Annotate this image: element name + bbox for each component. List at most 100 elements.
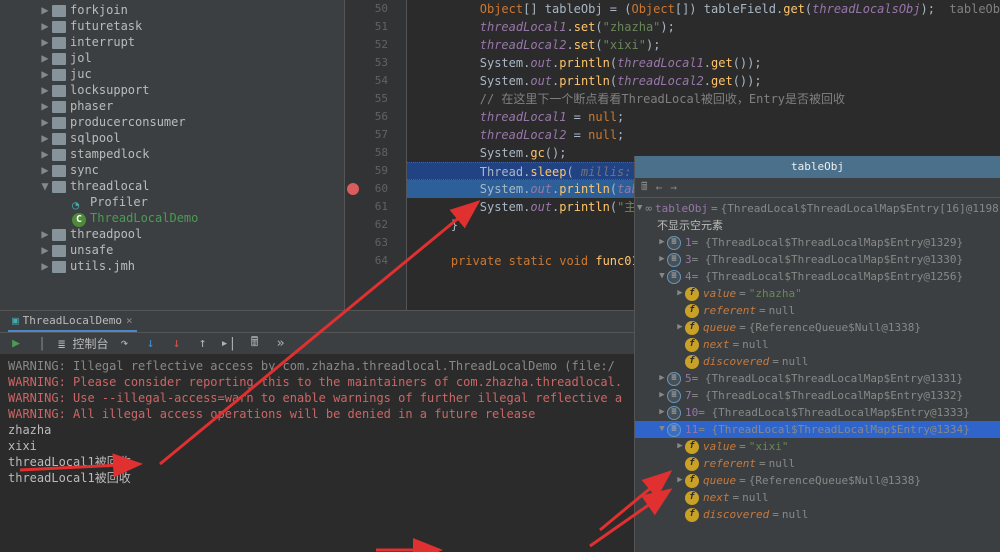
chevron-right-icon[interactable]: ▶ bbox=[657, 251, 667, 268]
chevron-right-icon[interactable]: ▶ bbox=[657, 370, 667, 387]
chevron-right-icon[interactable]: ▶ bbox=[40, 114, 50, 130]
line-number[interactable]: 56 bbox=[345, 108, 388, 126]
tree-stampedlock[interactable]: ▶stampedlock bbox=[0, 146, 344, 162]
chevron-down-icon[interactable]: ▼ bbox=[637, 200, 642, 217]
hide-empty-label[interactable]: 不显示空元素 bbox=[635, 217, 1000, 234]
chevron-right-icon[interactable]: ▶ bbox=[40, 82, 50, 98]
line-number[interactable]: 51 bbox=[345, 18, 388, 36]
debug-var-queue[interactable]: ▶fqueue = {ReferenceQueue$Null@1338} bbox=[635, 319, 1000, 336]
chevron-down-icon[interactable]: ▼ bbox=[40, 178, 50, 194]
chevron-right-icon[interactable]: ▶ bbox=[40, 98, 50, 114]
tree-unsafe[interactable]: ▶unsafe bbox=[0, 242, 344, 258]
chevron-right-icon[interactable]: ▶ bbox=[40, 130, 50, 146]
step-into-icon[interactable]: ↓ bbox=[140, 335, 160, 353]
chevron-right-icon[interactable]: ▶ bbox=[675, 285, 685, 302]
debug-variables-panel[interactable]: tableObj 🖩 ← → ▼∞tableObj = {ThreadLocal… bbox=[634, 156, 1000, 552]
tree-utils.jmh[interactable]: ▶utils.jmh bbox=[0, 258, 344, 274]
tree-threadlocal[interactable]: ▼threadlocal bbox=[0, 178, 344, 194]
more-icon[interactable]: » bbox=[270, 335, 290, 353]
back-icon[interactable]: ← bbox=[656, 181, 663, 194]
close-icon[interactable]: × bbox=[126, 314, 133, 327]
debug-var-next[interactable]: ▶fnext = null bbox=[635, 489, 1000, 506]
line-number[interactable]: 57 bbox=[345, 126, 388, 144]
line-number[interactable]: 59 bbox=[345, 162, 388, 180]
line-number[interactable]: 55 bbox=[345, 90, 388, 108]
line-number[interactable]: 54 bbox=[345, 72, 388, 90]
debug-var-value[interactable]: ▶fvalue = "xixi" bbox=[635, 438, 1000, 455]
tree-futuretask[interactable]: ▶futuretask bbox=[0, 18, 344, 34]
debug-var-next[interactable]: ▶fnext = null bbox=[635, 336, 1000, 353]
chevron-right-icon[interactable]: ▶ bbox=[657, 387, 667, 404]
tree-profiler[interactable]: ▶ Profiler bbox=[0, 194, 344, 210]
chevron-right-icon[interactable]: ▶ bbox=[40, 146, 50, 162]
tree-interrupt[interactable]: ▶interrupt bbox=[0, 34, 344, 50]
chevron-right-icon[interactable]: ▶ bbox=[675, 472, 685, 489]
tree-locksupport[interactable]: ▶locksupport bbox=[0, 82, 344, 98]
chevron-right-icon[interactable]: ▶ bbox=[657, 234, 667, 251]
line-number[interactable]: 52 bbox=[345, 36, 388, 54]
project-tree[interactable]: ▶forkjoin▶futuretask▶interrupt▶jol▶juc▶l… bbox=[0, 0, 345, 310]
breakpoint-icon[interactable] bbox=[347, 183, 359, 195]
code-line[interactable]: System.out.println(threadLocal2.get()); bbox=[422, 72, 1000, 90]
chevron-right-icon[interactable]: ▶ bbox=[40, 226, 50, 242]
line-number[interactable]: 53 bbox=[345, 54, 388, 72]
code-line[interactable]: // 在这里下一个断点看看ThreadLocal被回收，Entry是否被回收 bbox=[422, 90, 1000, 108]
chevron-right-icon[interactable]: ▶ bbox=[675, 438, 685, 455]
chevron-right-icon[interactable]: ▶ bbox=[40, 258, 50, 274]
debug-var-value[interactable]: ▶fvalue = "zhazha" bbox=[635, 285, 1000, 302]
chevron-right-icon[interactable]: ▶ bbox=[40, 18, 50, 34]
chevron-right-icon[interactable]: ▶ bbox=[40, 242, 50, 258]
line-number[interactable]: 62 bbox=[345, 216, 388, 234]
code-line[interactable]: threadLocal1 = null; bbox=[422, 108, 1000, 126]
tree-juc[interactable]: ▶juc bbox=[0, 66, 344, 82]
debug-var-3[interactable]: ▶≡3 = {ThreadLocal$ThreadLocalMap$Entry@… bbox=[635, 251, 1000, 268]
debug-var-referent[interactable]: ▶freferent = null bbox=[635, 302, 1000, 319]
evaluate-icon[interactable]: 🖩 bbox=[244, 335, 264, 353]
debug-var-discovered[interactable]: ▶fdiscovered = null bbox=[635, 506, 1000, 523]
line-number[interactable]: 64 bbox=[345, 252, 388, 270]
tree-phaser[interactable]: ▶phaser bbox=[0, 98, 344, 114]
chevron-down-icon[interactable]: ▼ bbox=[657, 421, 667, 438]
forward-icon[interactable]: → bbox=[670, 181, 677, 194]
code-line[interactable]: threadLocal1.set("zhazha"); bbox=[422, 18, 1000, 36]
debug-panel-toolbar[interactable]: 🖩 ← → bbox=[635, 178, 1000, 198]
chevron-right-icon[interactable]: ▶ bbox=[40, 66, 50, 82]
debug-var-referent[interactable]: ▶freferent = null bbox=[635, 455, 1000, 472]
run-to-cursor-icon[interactable]: ▸| bbox=[218, 335, 238, 353]
line-number[interactable]: 61 bbox=[345, 198, 388, 216]
code-line[interactable]: Object[] tableObj = (Object[]) tableFiel… bbox=[422, 0, 1000, 18]
line-number[interactable]: 60 bbox=[345, 180, 388, 198]
tree-sqlpool[interactable]: ▶sqlpool bbox=[0, 130, 344, 146]
debug-var-discovered[interactable]: ▶fdiscovered = null bbox=[635, 353, 1000, 370]
tree-forkjoin[interactable]: ▶forkjoin bbox=[0, 2, 344, 18]
debug-var-10[interactable]: ▶≡10 = {ThreadLocal$ThreadLocalMap$Entry… bbox=[635, 404, 1000, 421]
debug-var-1[interactable]: ▶≡1 = {ThreadLocal$ThreadLocalMap$Entry@… bbox=[635, 234, 1000, 251]
chevron-right-icon[interactable]: ▶ bbox=[40, 50, 50, 66]
line-number[interactable]: 58 bbox=[345, 144, 388, 162]
chevron-right-icon[interactable]: ▶ bbox=[40, 34, 50, 50]
debug-var-5[interactable]: ▶≡5 = {ThreadLocal$ThreadLocalMap$Entry@… bbox=[635, 370, 1000, 387]
code-line[interactable]: System.out.println(threadLocal1.get()); bbox=[422, 54, 1000, 72]
debug-var-queue[interactable]: ▶fqueue = {ReferenceQueue$Null@1338} bbox=[635, 472, 1000, 489]
calculator-icon[interactable]: 🖩 bbox=[641, 178, 648, 197]
code-line[interactable]: threadLocal2.set("xixi"); bbox=[422, 36, 1000, 54]
chevron-right-icon[interactable]: ▶ bbox=[40, 162, 50, 178]
debug-var-root[interactable]: ▼∞tableObj = {ThreadLocal$ThreadLocalMap… bbox=[635, 200, 1000, 217]
line-number[interactable]: 50 bbox=[345, 0, 388, 18]
tree-sync[interactable]: ▶sync bbox=[0, 162, 344, 178]
debug-var-7[interactable]: ▶≡7 = {ThreadLocal$ThreadLocalMap$Entry@… bbox=[635, 387, 1000, 404]
chevron-right-icon[interactable]: ▶ bbox=[675, 319, 685, 336]
debug-var-4[interactable]: ▼≡4 = {ThreadLocal$ThreadLocalMap$Entry@… bbox=[635, 268, 1000, 285]
code-line[interactable]: threadLocal2 = null; bbox=[422, 126, 1000, 144]
tree-jol[interactable]: ▶jol bbox=[0, 50, 344, 66]
chevron-right-icon[interactable]: ▶ bbox=[657, 404, 667, 421]
debug-var-11[interactable]: ▼≡11 = {ThreadLocal$ThreadLocalMap$Entry… bbox=[635, 421, 1000, 438]
step-over-icon[interactable]: ↷ bbox=[114, 335, 134, 353]
resume-icon[interactable]: ▶ bbox=[6, 335, 26, 353]
line-number[interactable]: 63 bbox=[345, 234, 388, 252]
console-tab[interactable]: ≣ 控制台 bbox=[58, 335, 108, 352]
force-step-into-icon[interactable]: ↓ bbox=[166, 335, 186, 353]
chevron-right-icon[interactable]: ▶ bbox=[40, 2, 50, 18]
file-tab-threadlocaldemo[interactable]: ▣ ThreadLocalDemo × bbox=[8, 312, 137, 332]
tree-threadlocaldemo[interactable]: ▶ ThreadLocalDemo bbox=[0, 210, 344, 226]
